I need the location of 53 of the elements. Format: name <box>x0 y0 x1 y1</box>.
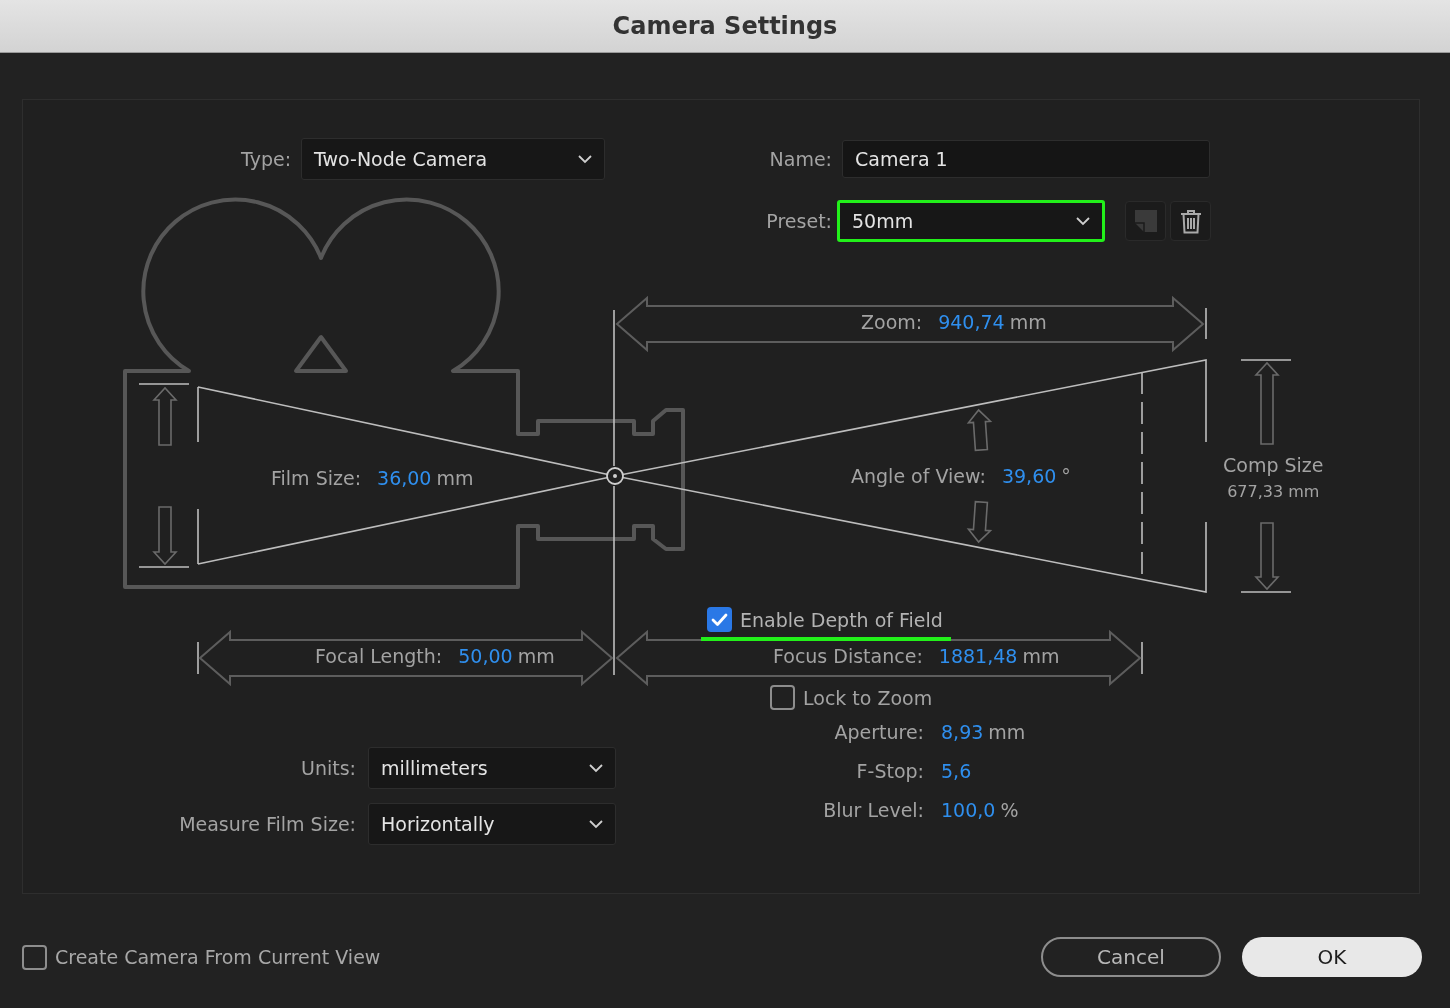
unit-label: % <box>1000 799 1019 821</box>
units-label: Units: <box>301 757 356 779</box>
comp-size-value: 677,33 mm <box>1227 482 1320 501</box>
chevron-down-icon <box>578 154 593 164</box>
setting-label: F-Stop: <box>856 760 924 782</box>
units-dropdown[interactable]: millimeters <box>368 747 616 789</box>
measurement-value[interactable]: 39,60 <box>1001 465 1057 487</box>
chevron-down-icon <box>589 819 603 829</box>
chevron-down-icon <box>1076 216 1090 226</box>
measurement-label: Focal Length: <box>315 645 443 667</box>
lens-center-icon <box>606 467 624 485</box>
checkbox[interactable] <box>707 607 732 632</box>
ok-button[interactable]: OK <box>1242 937 1422 977</box>
measurement-label: Focus Distance: <box>773 645 923 667</box>
unit-label: ° <box>1061 465 1071 487</box>
unit-label: mm <box>517 645 555 667</box>
setting-value[interactable]: 100,0 <box>941 799 996 821</box>
page-corner-icon <box>1133 209 1158 233</box>
measure-film-size-label: Measure Film Size: <box>179 813 356 835</box>
type-label: Type: <box>241 148 292 170</box>
measurement-value[interactable]: 940,74 <box>938 311 1005 333</box>
unit-label: mm <box>1022 645 1060 667</box>
measure-film-size-dropdown[interactable]: Horizontally <box>368 803 616 845</box>
measurement-label: Angle of View: <box>851 465 986 487</box>
type-dropdown[interactable]: Two-Node Camera <box>301 138 606 180</box>
cancel-button[interactable]: Cancel <box>1041 937 1221 977</box>
checkbox-label: Enable Depth of Field <box>740 608 943 631</box>
unit-label: mm <box>988 721 1026 743</box>
measurement-value[interactable]: 50,00 <box>458 645 513 667</box>
preset-dropdown[interactable]: 50mm <box>837 200 1105 242</box>
trash-icon <box>1179 208 1202 234</box>
checkbox[interactable] <box>22 944 47 970</box>
measurement-value[interactable]: 1881,48 <box>938 645 1018 667</box>
unit-label: mm <box>436 467 474 489</box>
unit-label: mm <box>1009 311 1047 333</box>
window-title: Camera Settings <box>612 12 838 40</box>
checkbox[interactable] <box>770 685 795 710</box>
checkmark-icon <box>711 612 728 627</box>
comp-size-label: Comp Size <box>1223 454 1324 476</box>
name-label: Name: <box>769 148 832 170</box>
setting-value[interactable]: 5,6 <box>941 760 972 782</box>
setting-label: Blur Level: <box>823 799 924 821</box>
setting-label: Aperture: <box>834 721 924 743</box>
name-field[interactable]: Camera 1 <box>842 140 1210 178</box>
measurement-label: Zoom: <box>861 311 923 333</box>
chevron-down-icon <box>589 763 603 773</box>
preset-label: Preset: <box>766 210 832 232</box>
measurement-value[interactable]: 36,00 <box>377 467 432 489</box>
checkbox-label: Create Camera From Current View <box>55 946 381 968</box>
preset-action-button[interactable] <box>1170 201 1211 241</box>
setting-value[interactable]: 8,93 <box>941 721 984 743</box>
measurement-label: Film Size: <box>271 467 362 489</box>
checkbox-label: Lock to Zoom <box>803 686 933 709</box>
